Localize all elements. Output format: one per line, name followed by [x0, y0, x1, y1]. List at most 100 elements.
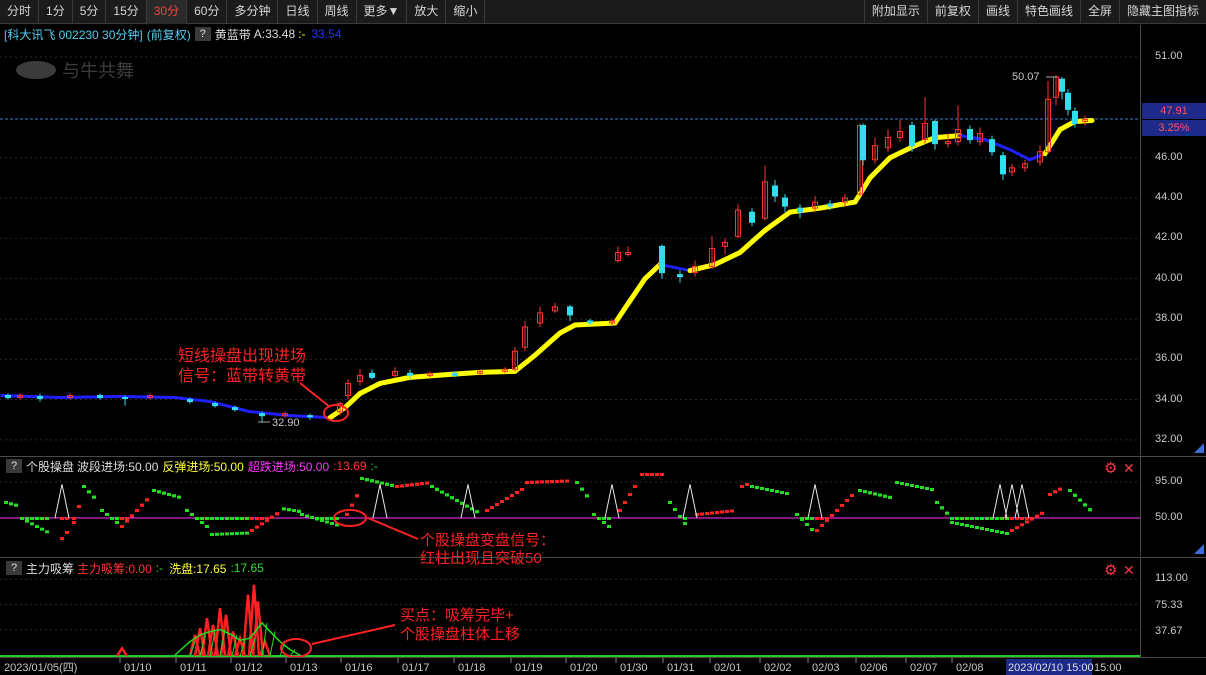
candle-body	[37, 396, 43, 400]
period-tab-5[interactable]: 60分	[187, 0, 228, 24]
yellow-band-segment	[377, 374, 413, 386]
resize-corner-icon[interactable]	[1194, 443, 1204, 453]
red-step	[415, 482, 419, 486]
candle-body	[782, 197, 788, 207]
period-tab-11[interactable]: 缩小	[446, 0, 486, 24]
red-step	[1020, 523, 1024, 527]
tool-button-0[interactable]: 附加显示	[863, 0, 927, 24]
candle	[357, 369, 363, 386]
period-tab-1[interactable]: 1分	[39, 0, 73, 24]
blue-band-segment	[208, 400, 252, 414]
green-step	[215, 532, 219, 536]
time-label: 02/08	[956, 662, 984, 674]
green-step	[585, 494, 589, 498]
green-bar	[1000, 517, 1004, 520]
candle	[989, 135, 995, 156]
price-chart[interactable]: 与牛共舞 50.07 32.90 短线操盘出现进场信号：蓝带转黄带	[0, 25, 1140, 455]
signal-triangle	[992, 484, 1008, 519]
green-step	[45, 530, 49, 534]
accumulate-axis: 113.00 75.33 37.67	[1140, 557, 1206, 657]
red-step	[1048, 493, 1052, 496]
yellow-band-segment	[867, 155, 893, 181]
period-tab-8[interactable]: 周线	[318, 0, 357, 24]
candle	[782, 194, 788, 213]
washout-stroke	[269, 631, 276, 657]
red-step	[660, 473, 664, 476]
green-step	[760, 487, 764, 490]
red-step	[565, 479, 569, 483]
red-step	[485, 509, 489, 512]
candle-body	[407, 372, 413, 376]
red-bar	[815, 517, 819, 520]
candle	[97, 393, 103, 400]
annotation-line-1: 个股操盘变盘信号：	[420, 531, 555, 549]
green-step	[668, 501, 672, 504]
green-step	[775, 490, 779, 493]
accumulate-chart[interactable]: ⚙ ✕ 买点：吸筹完毕+个股操盘柱体上移	[0, 558, 1140, 658]
green-bar	[950, 517, 954, 520]
green-step	[602, 521, 606, 524]
red-step	[1053, 490, 1057, 494]
green-step	[678, 515, 682, 518]
period-tab-0[interactable]: 分时	[0, 0, 40, 24]
period-tab-10[interactable]: 放大	[407, 0, 447, 24]
green-step	[895, 481, 899, 484]
green-step	[950, 521, 954, 524]
signal-triangle	[372, 484, 388, 519]
time-label: 01/20	[570, 662, 598, 674]
green-bar	[980, 517, 984, 520]
yellow-band-segment	[712, 249, 743, 268]
red-step	[725, 510, 729, 513]
signal-triangle	[460, 484, 476, 519]
red-step	[645, 473, 649, 476]
period-tab-7[interactable]: 日线	[278, 0, 318, 24]
close-icon: ✕	[1123, 460, 1135, 476]
candle	[1059, 77, 1065, 100]
green-step	[292, 509, 296, 512]
candle-body	[212, 403, 218, 407]
red-step	[260, 522, 264, 526]
period-tab-3[interactable]: 15分	[106, 0, 147, 24]
green-step	[9, 502, 13, 506]
yellow-band-segment	[687, 262, 718, 274]
green-bar	[975, 517, 979, 520]
green-step	[455, 499, 459, 502]
yellow-band-segment	[762, 209, 793, 233]
tool-button-3[interactable]: 特色画线	[1016, 0, 1080, 24]
red-step	[840, 504, 844, 507]
bull-logo-icon	[16, 61, 56, 79]
candle-body	[232, 407, 238, 411]
period-tab-9[interactable]: 更多▼	[357, 0, 408, 24]
tool-button-1[interactable]: 前复权	[926, 0, 978, 24]
candle-body	[797, 207, 803, 213]
period-tab-2[interactable]: 5分	[73, 0, 107, 24]
tool-button-5[interactable]: 隐藏主图指标	[1118, 0, 1206, 24]
candle-body	[772, 185, 778, 197]
green-step	[330, 522, 334, 525]
operate-chart[interactable]: ⚙ ✕个股操盘变盘信号：红柱出现且突破50	[0, 457, 1140, 567]
period-tab-4[interactable]: 30分	[146, 0, 188, 24]
yellow-band-segment	[737, 227, 768, 255]
time-label: 01/17	[402, 662, 430, 674]
green-step	[4, 501, 8, 504]
red-step	[1030, 517, 1034, 521]
green-step	[985, 528, 989, 531]
time-axis-svg: 2023/01/05(四) 01/10 01/11 01/12 01/13 01/16 01…	[4, 658, 1122, 675]
tool-button-2[interactable]: 画线	[977, 0, 1017, 24]
candle	[1009, 163, 1015, 176]
candle	[932, 119, 938, 150]
candle-body	[1000, 155, 1006, 175]
candle	[522, 320, 528, 352]
green-step	[172, 494, 176, 498]
candle	[1022, 159, 1028, 172]
period-tab-6[interactable]: 多分钟	[227, 0, 279, 24]
candle-body	[932, 120, 938, 145]
resize-corner-icon[interactable]	[1194, 544, 1204, 554]
red-step	[540, 480, 544, 484]
yellow-band-segment	[557, 322, 578, 336]
red-step	[420, 482, 424, 486]
yellow-band-segment	[642, 262, 663, 282]
red-step	[655, 473, 659, 476]
green-step	[800, 518, 804, 521]
tool-button-4[interactable]: 全屏	[1079, 0, 1119, 24]
